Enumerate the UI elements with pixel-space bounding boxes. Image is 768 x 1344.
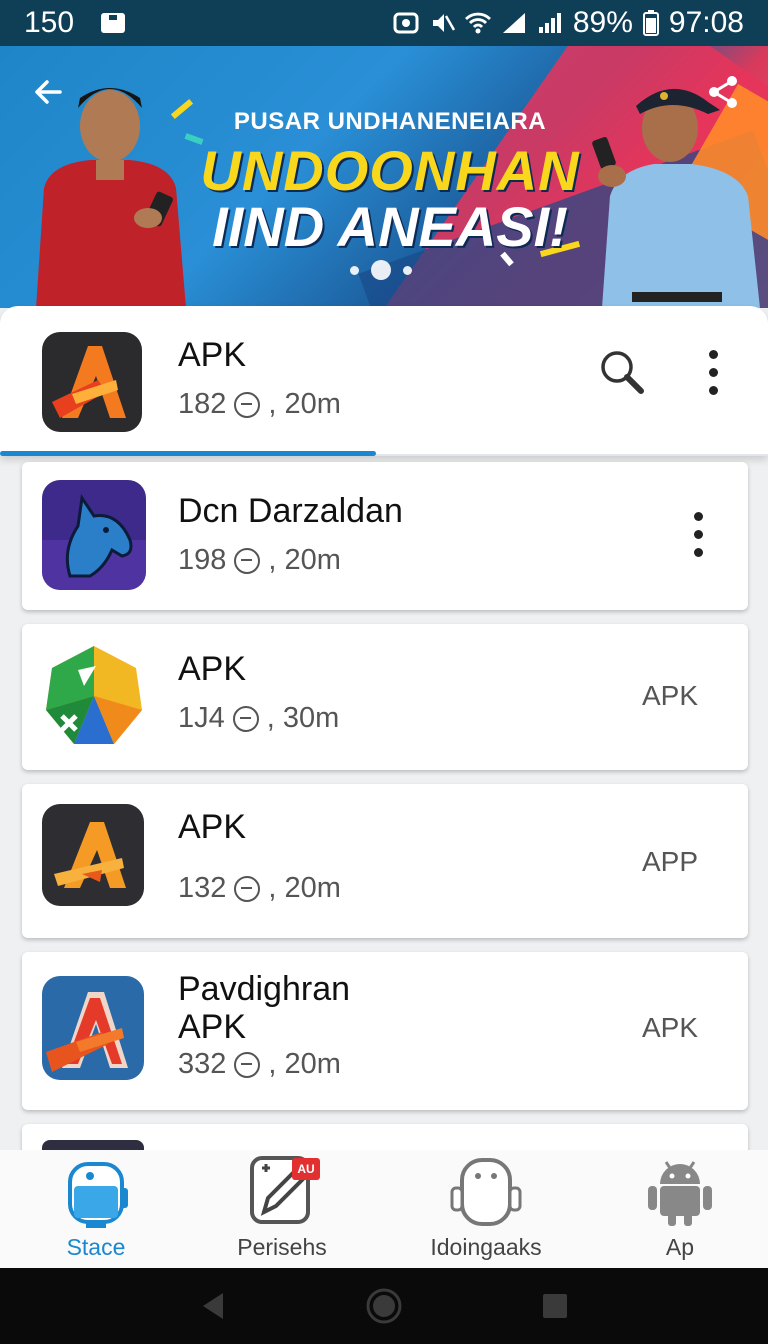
notification-badge: AU [292,1158,320,1180]
app-meta-time: , 20m [268,1048,341,1080]
clock-icon [234,875,261,902]
app-meta-time: , 20m [268,872,341,904]
featured-app-card[interactable]: APK 182 , 20m [0,306,768,456]
notification-icon [101,13,126,33]
nav-item-ap[interactable]: Ap [584,1150,768,1268]
app-meta: 132 , 20m [178,872,341,905]
app-meta: 198 , 20m [178,544,341,577]
app-title: APK [178,650,247,688]
app-logo-icon [42,976,144,1080]
app-title: APK [178,336,247,374]
more-options-icon[interactable] [692,512,704,557]
promo-banner[interactable]: PUSAR UNDHANENEIARA UNDOONHAN IIND ANEAS… [0,46,768,308]
app-title: Pavdighran [178,970,351,1008]
app-list-item[interactable]: APK 132 , 20m APP [22,784,748,938]
app-meta-count: 198 [178,544,227,576]
banner-title-line2: IIND ANEASI! [212,195,568,258]
app-logo-icon [44,644,144,748]
app-meta-time: , 20m [268,388,341,420]
app-type-label: APP [641,846,698,877]
nav-label: Perisehs [237,1234,327,1260]
system-back-icon[interactable] [199,1291,227,1321]
clock-time: 97:08 [668,6,744,39]
app-title-line2: APK [178,1008,247,1046]
app-list-item[interactable]: APK 1J4 , 30m APK [22,624,748,770]
app-meta-count: 182 [178,388,227,420]
system-recents-icon[interactable] [541,1292,569,1320]
battery-text: 89% [572,6,633,39]
signal-bars-icon [538,13,561,33]
nav-label: Stace [66,1234,126,1260]
app-meta-time: , 20m [268,544,341,576]
more-options-icon[interactable] [707,350,719,395]
nav-item-stace[interactable]: Stace [0,1150,192,1268]
system-home-icon[interactable] [365,1287,403,1325]
clock-icon [234,547,261,574]
app-type-label: APK [641,1012,698,1043]
search-icon[interactable] [598,348,646,396]
clock-icon [234,391,261,418]
download-progress-bar [0,451,376,456]
clock-icon [232,705,259,732]
app-type-label: APK [641,680,698,711]
battery-icon [642,10,659,36]
clock-icon [234,1051,261,1078]
carousel-dot[interactable] [350,265,359,275]
app-title: APK [178,808,247,846]
app-logo-icon [42,332,142,432]
nav-label: Ap [665,1234,695,1260]
status-bar: 150 89% 97:08 [0,0,768,46]
app-list-item[interactable]: Dcn Darzaldan 198 , 20m [22,462,748,610]
app-logo-icon [42,804,144,906]
app-meta: 332 , 20m [178,1048,341,1081]
app-list-item[interactable]: Pavdighran APK 332 , 20m APK [22,952,748,1110]
edit-icon: AU [242,1154,322,1228]
back-arrow-icon[interactable] [30,74,70,114]
carousel-dots[interactable] [350,260,412,280]
bottom-navigation: Stace AU Perisehs Idoingaaks Ap [0,1150,768,1268]
carousel-dot[interactable] [403,265,412,275]
robot-icon [450,1158,522,1226]
android-icon [648,1161,712,1226]
app-logo-icon [42,480,146,590]
app-meta: 1J4 , 30m [178,702,339,735]
app-meta: 182 , 20m [178,388,341,421]
app-meta-count: 132 [178,872,227,904]
app-title: Dcn Darzaldan [178,492,403,530]
share-icon[interactable] [706,74,742,114]
carousel-dot-active[interactable] [371,260,391,280]
app-meta-time: , 30m [266,702,340,734]
wifi-icon [464,12,491,34]
app-meta-count: 332 [178,1048,227,1080]
signal-icon [502,13,525,33]
status-left-text: 150 [24,6,75,39]
app-meta-count: 1J4 [178,702,225,734]
mute-icon [432,14,455,32]
nav-item-idoingaaks[interactable]: Idoingaaks [390,1150,582,1268]
alarm-icon [393,12,419,34]
store-bot-icon [68,1162,128,1228]
system-navigation-bar [0,1268,768,1344]
nav-item-perisehs[interactable]: AU Perisehs [186,1150,378,1268]
nav-label: Idoingaaks [430,1234,542,1260]
banner-subtitle: PUSAR UNDHANENEIARA [233,108,547,135]
